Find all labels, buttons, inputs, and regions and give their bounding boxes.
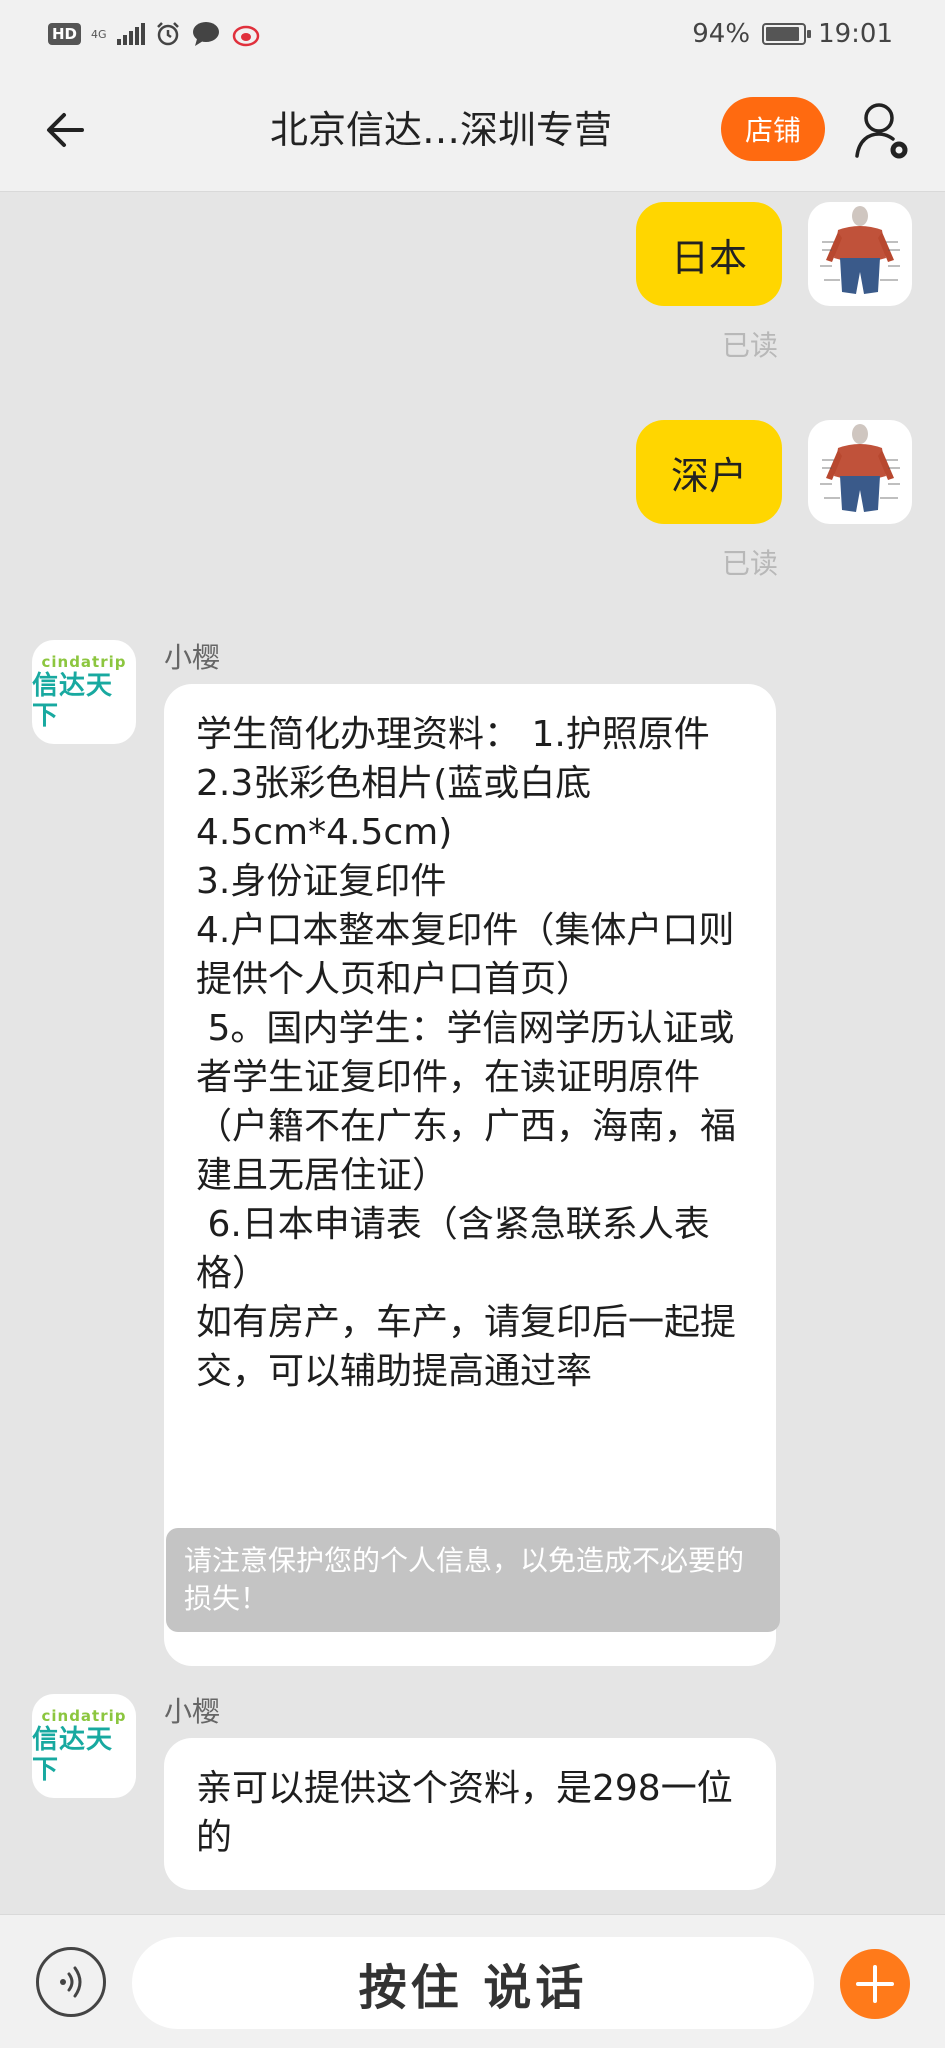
read-status: 已读 (722, 329, 779, 362)
alarm-icon (156, 22, 179, 46)
my-avatar[interactable] (808, 202, 912, 306)
shop-avatar[interactable]: cindatrip 信达天下 (32, 640, 136, 744)
hd-badge: HD (48, 23, 82, 45)
sender-name: 小樱 (164, 641, 221, 674)
logo-text-cn: 信达天下 (32, 1725, 114, 1785)
user-settings-icon[interactable] (853, 98, 913, 162)
signal-icon (116, 23, 145, 45)
battery-percent: 94% (692, 19, 751, 49)
back-arrow-icon[interactable] (38, 102, 94, 158)
status-right: 94% 19:01 (692, 14, 893, 54)
plus-icon (856, 1965, 894, 2003)
logo-text-en: cindatrip (41, 653, 127, 671)
network-type: 4G (91, 27, 107, 41)
weibo-icon (232, 25, 259, 47)
logo-text-en: cindatrip (41, 1707, 127, 1725)
hold-to-talk-button[interactable]: 按住 说话 (132, 1937, 814, 2029)
my-message-bubble[interactable]: 深户 (636, 420, 782, 524)
read-status: 已读 (722, 547, 779, 580)
page-title: 北京信达…深圳专营 (270, 108, 613, 152)
status-left: HD 4G (48, 16, 261, 52)
shop-message-bubble[interactable]: 亲可以提供这个资料，是298一位的 (164, 1738, 776, 1890)
message-icon (192, 22, 219, 46)
input-bar: 按住 说话 (0, 1914, 945, 2048)
shop-message-bubble[interactable]: 学生简化办理资料： 1.护照原件 2.3张彩色相片(蓝或白底 4.5cm*4.5… (164, 684, 776, 1666)
status-bar: HD 4G 94% 19:01 (0, 0, 945, 68)
more-options-button[interactable] (840, 1949, 910, 2019)
privacy-notice: 请注意保护您的个人信息，以免造成不必要的损失！ (166, 1528, 780, 1632)
clock: 19:01 (818, 19, 893, 49)
my-avatar[interactable] (808, 420, 912, 524)
store-button[interactable]: 店铺 (721, 97, 825, 161)
chat-messages[interactable]: 日本 已读 深户 已读 cindatrip 信达天下 小樱 学生简化办理资料： … (0, 192, 945, 1914)
battery-icon (762, 23, 812, 45)
voice-mode-button[interactable] (36, 1947, 106, 2017)
anatomy-figure-icon (820, 206, 900, 294)
chat-header: 北京信达…深圳专营 店铺 (0, 68, 945, 192)
logo-text-cn: 信达天下 (32, 671, 114, 731)
anatomy-figure-icon (820, 424, 900, 512)
my-message-bubble[interactable]: 日本 (636, 202, 782, 306)
voice-icon (60, 1966, 82, 1998)
sender-name: 小樱 (164, 1695, 221, 1728)
shop-avatar[interactable]: cindatrip 信达天下 (32, 1694, 136, 1798)
